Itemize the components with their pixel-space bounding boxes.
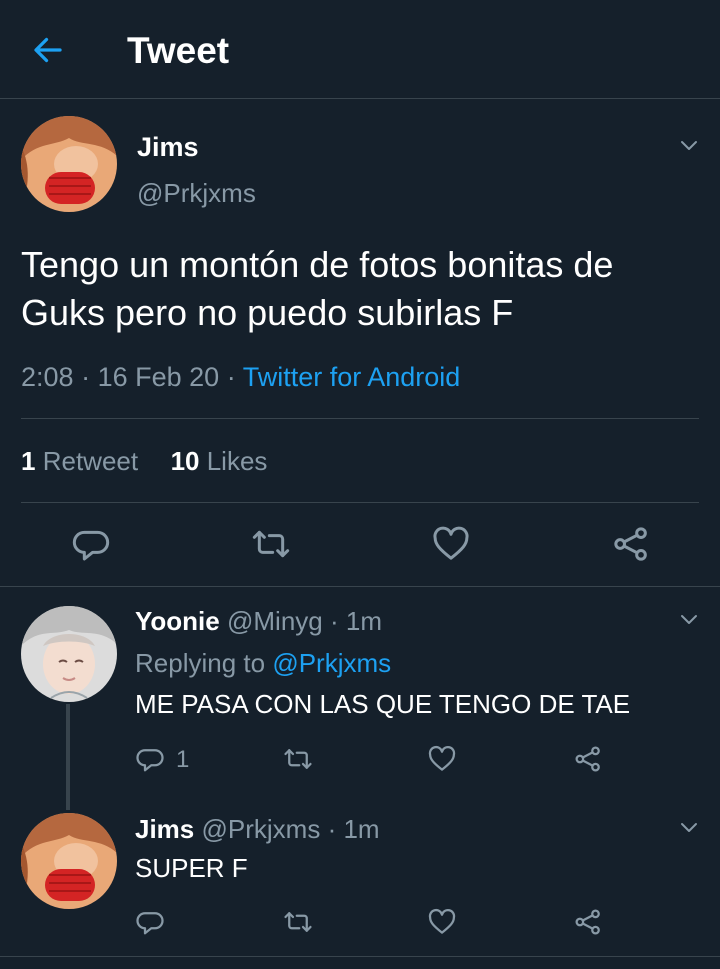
likes-stat[interactable]: 10 Likes bbox=[171, 446, 268, 476]
tweet-time: 2:08 bbox=[21, 362, 74, 392]
reply-author-handle[interactable]: @Minyg bbox=[227, 606, 323, 636]
page-title: Tweet bbox=[127, 30, 230, 71]
reply-icon[interactable] bbox=[71, 524, 111, 564]
chevron-down-icon[interactable] bbox=[677, 133, 701, 157]
top-bar: Tweet bbox=[0, 0, 720, 99]
reply-header: Jims @Prkjxms · 1m bbox=[135, 814, 380, 844]
share-icon[interactable] bbox=[573, 744, 603, 774]
like-icon[interactable] bbox=[427, 907, 457, 937]
tweet-stats: 1 Retweet 10 Likes bbox=[21, 444, 267, 478]
reply-count: 1 bbox=[176, 746, 190, 773]
replying-to-handle[interactable]: @Prkjxms bbox=[272, 648, 391, 678]
replying-to: Replying to @Prkjxms bbox=[135, 648, 392, 678]
author-name[interactable]: Jims bbox=[137, 130, 199, 164]
share-icon[interactable] bbox=[611, 524, 651, 564]
thread-line bbox=[66, 704, 70, 810]
retweet-icon[interactable] bbox=[251, 524, 291, 564]
like-icon[interactable] bbox=[431, 524, 471, 564]
reply-author-name[interactable]: Yoonie bbox=[135, 606, 220, 636]
divider bbox=[21, 418, 699, 419]
tweet-text: Tengo un montón de fotos bonitas de Guks… bbox=[21, 244, 614, 333]
avatar[interactable] bbox=[21, 606, 117, 702]
reply-header: Yoonie @Minyg · 1m bbox=[135, 606, 382, 636]
divider bbox=[0, 586, 720, 587]
avatar[interactable] bbox=[21, 813, 117, 909]
tweet-meta: 2:08 · 16 Feb 20 · Twitter for Android bbox=[21, 362, 461, 392]
reply-text: ME PASA CON LAS QUE TENGO DE TAE bbox=[135, 689, 631, 719]
retweet-icon[interactable] bbox=[283, 907, 313, 937]
reply-time: 1m bbox=[343, 814, 380, 844]
divider bbox=[0, 956, 720, 957]
chevron-down-icon[interactable] bbox=[677, 607, 701, 631]
reply-icon[interactable] bbox=[135, 744, 165, 774]
share-icon[interactable] bbox=[573, 907, 603, 937]
divider bbox=[21, 502, 699, 503]
tweet-date: 16 Feb 20 bbox=[97, 362, 220, 392]
chevron-down-icon[interactable] bbox=[677, 815, 701, 839]
reply-author-name[interactable]: Jims bbox=[135, 814, 194, 844]
arrow-left-icon[interactable] bbox=[30, 32, 66, 68]
retweet-icon[interactable] bbox=[283, 744, 313, 774]
like-icon[interactable] bbox=[427, 744, 457, 774]
author-handle[interactable]: @Prkjxms bbox=[137, 176, 256, 210]
reply-icon[interactable] bbox=[135, 907, 165, 937]
retweets-stat[interactable]: 1 Retweet bbox=[21, 446, 138, 476]
reply-author-handle[interactable]: @Prkjxms bbox=[202, 814, 321, 844]
tweet-source-link[interactable]: Twitter for Android bbox=[243, 362, 461, 392]
avatar[interactable] bbox=[21, 116, 117, 212]
reply-text: SUPER F bbox=[135, 853, 248, 883]
reply-time: 1m bbox=[345, 606, 382, 636]
